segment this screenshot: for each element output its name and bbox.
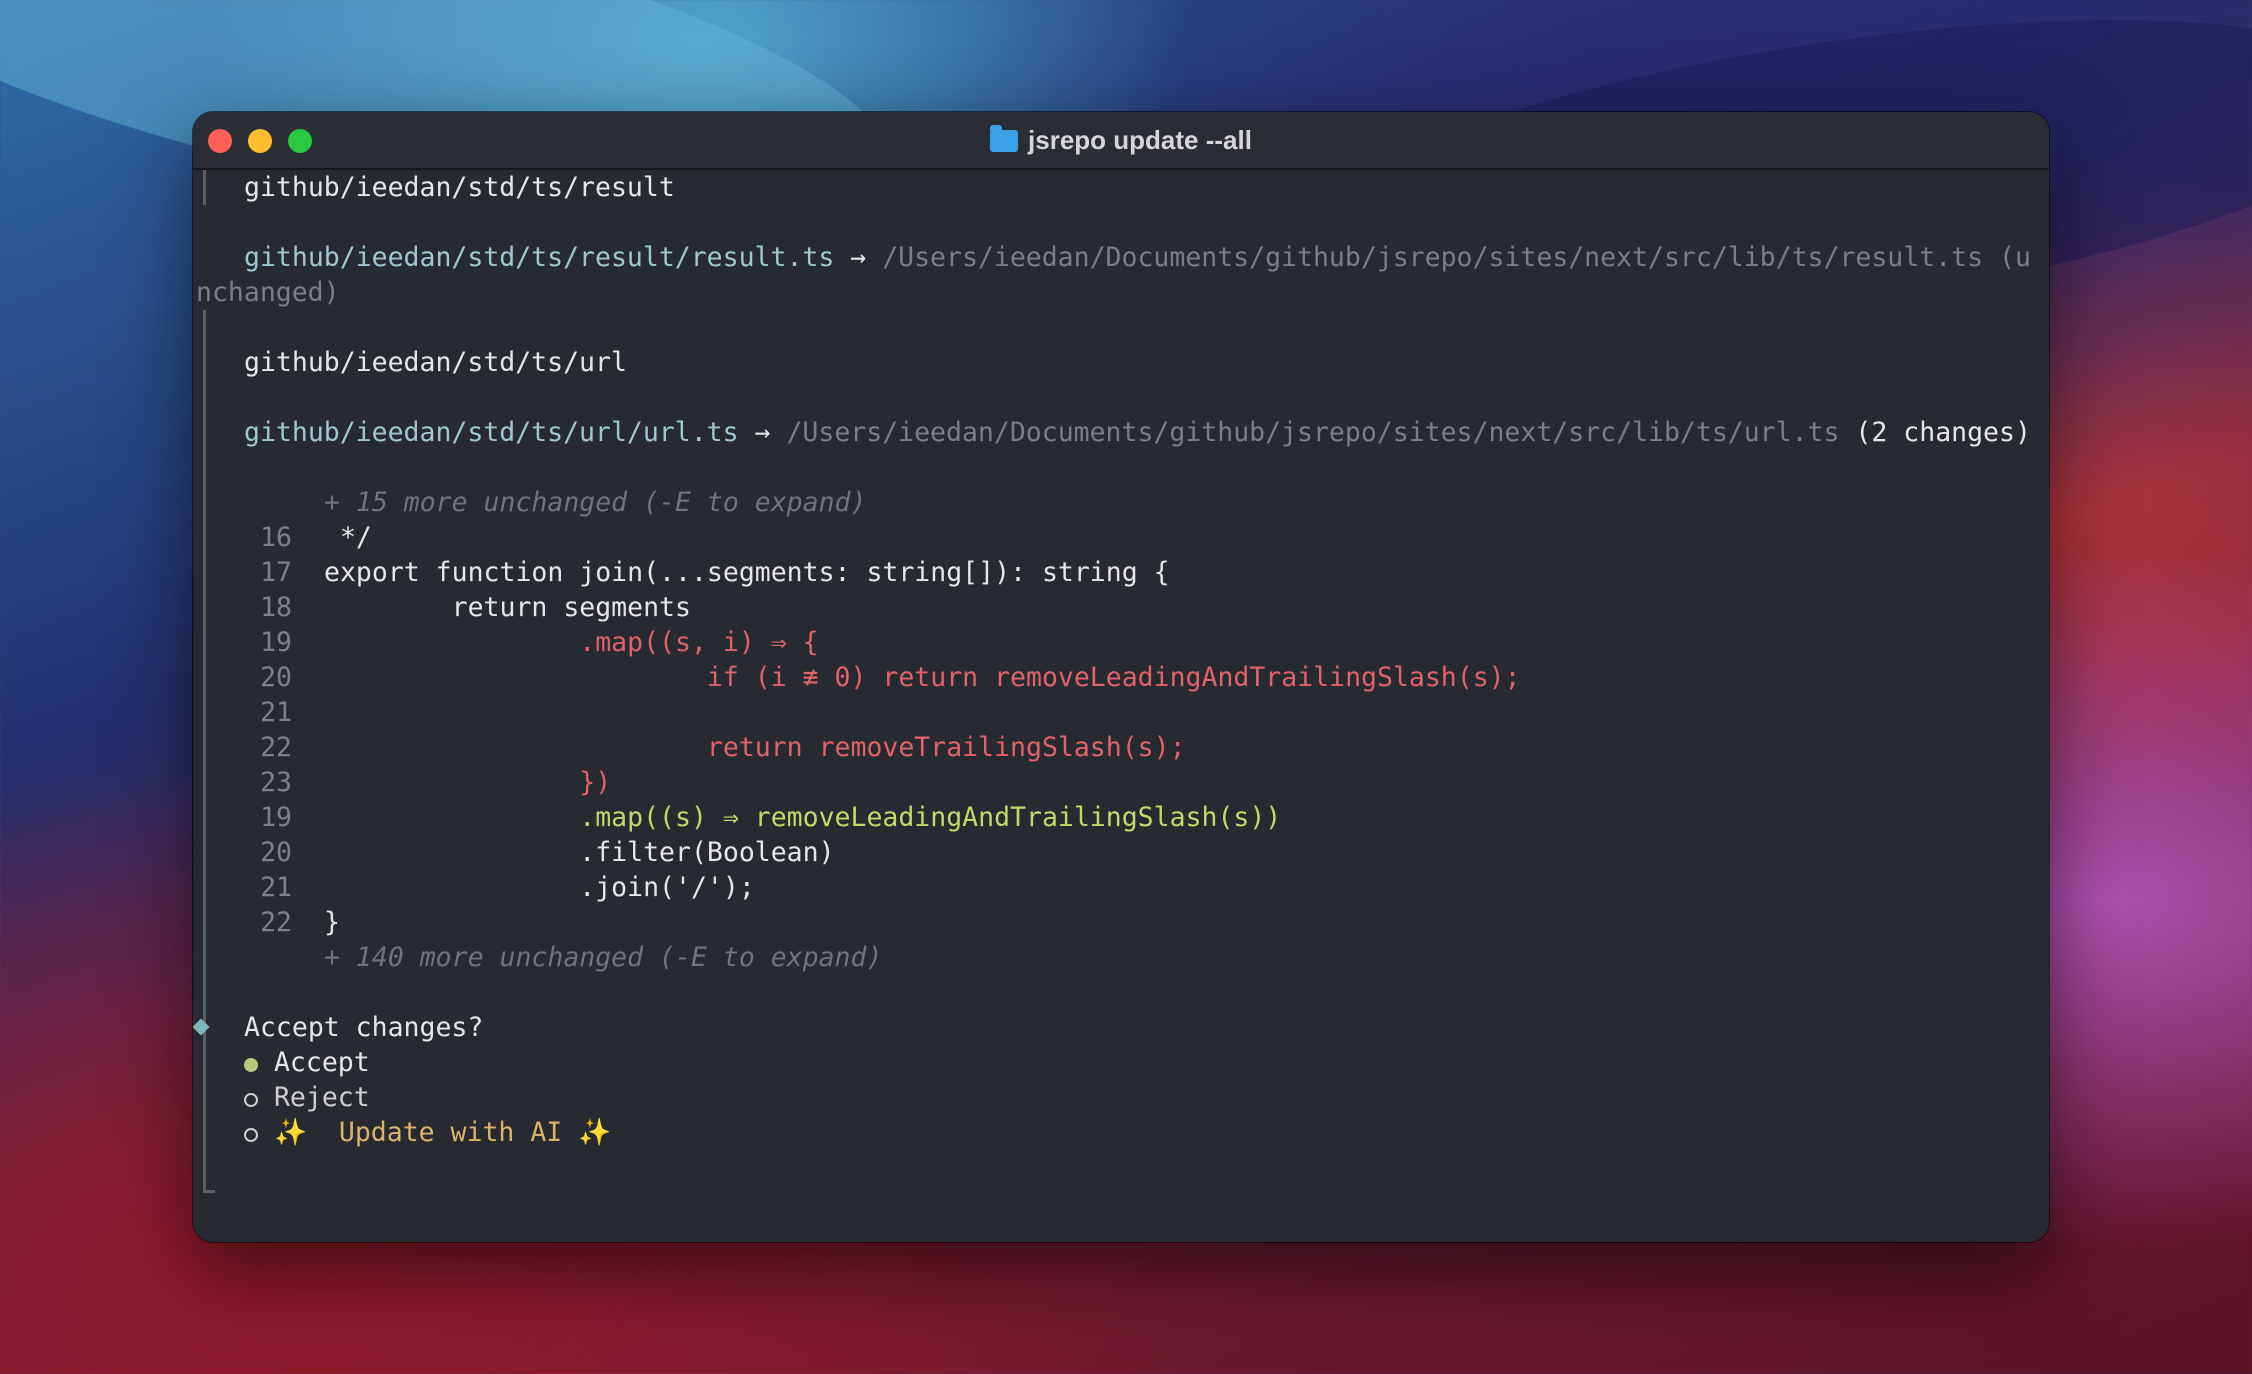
diff-line-removed: 22 return removeTrailingSlash(s); — [260, 732, 1186, 763]
diff-line-removed: 21 — [260, 697, 292, 728]
option-accept[interactable]: Accept — [244, 1045, 370, 1080]
component-header: github/ieedan/std/ts/result — [244, 172, 675, 203]
guide-bar-end — [203, 1190, 215, 1193]
prompt-diamond-icon — [193, 1018, 210, 1036]
component-header: github/ieedan/std/ts/url — [244, 347, 627, 378]
window-title: jsrepo update --all — [193, 112, 2049, 168]
diff-line: 20 .filter(Boolean) — [260, 837, 835, 868]
diff-line: 16 */ — [260, 522, 372, 553]
diff-line-removed: 23 }) — [260, 767, 612, 798]
option-update-with-ai[interactable]: ✨ Update with AI ✨ — [244, 1115, 611, 1150]
radio-empty-icon — [244, 1093, 258, 1107]
folder-icon — [990, 125, 1019, 152]
file-mapping: github/ieedan/std/ts/result/result.ts → … — [244, 242, 2031, 273]
radio-selected-icon — [244, 1058, 258, 1072]
prompt-question: Accept changes? — [244, 1012, 484, 1043]
diff-line: 17 export function join(...segments: stri… — [260, 557, 1170, 588]
title-bar: jsrepo update --all — [193, 112, 2049, 170]
window-title-text: jsrepo update --all — [1028, 125, 1252, 155]
guide-bar — [203, 170, 206, 205]
diff-line-removed: 19 .map((s, i) ⇒ { — [260, 627, 819, 658]
diff-line: 22} — [260, 907, 340, 938]
option-reject[interactable]: Reject — [244, 1080, 370, 1115]
radio-empty-icon — [244, 1128, 258, 1142]
terminal-window: jsrepo update --all github/ieedan/std/ts… — [193, 112, 2049, 1242]
diff-line-removed: 20 if (i ≢ 0) return removeLeadingAndTra… — [260, 662, 1521, 693]
file-mapping: github/ieedan/std/ts/url/url.ts → /Users… — [244, 417, 2031, 448]
diff-more-unchanged: + 15 more unchanged (-E to expand) — [324, 487, 867, 518]
diff-line-added: 19 .map((s) ⇒ removeLeadingAndTrailingSl… — [260, 802, 1282, 833]
diff-line: 21 .join('/'); — [260, 872, 755, 903]
diff-line: 18 return segments — [260, 592, 691, 623]
diff-more-unchanged: + 140 more unchanged (-E to expand) — [324, 942, 883, 973]
file-mapping-wrap: nchanged) — [196, 277, 340, 308]
terminal-output[interactable]: github/ieedan/std/ts/result github/ieeda… — [193, 170, 2049, 1242]
